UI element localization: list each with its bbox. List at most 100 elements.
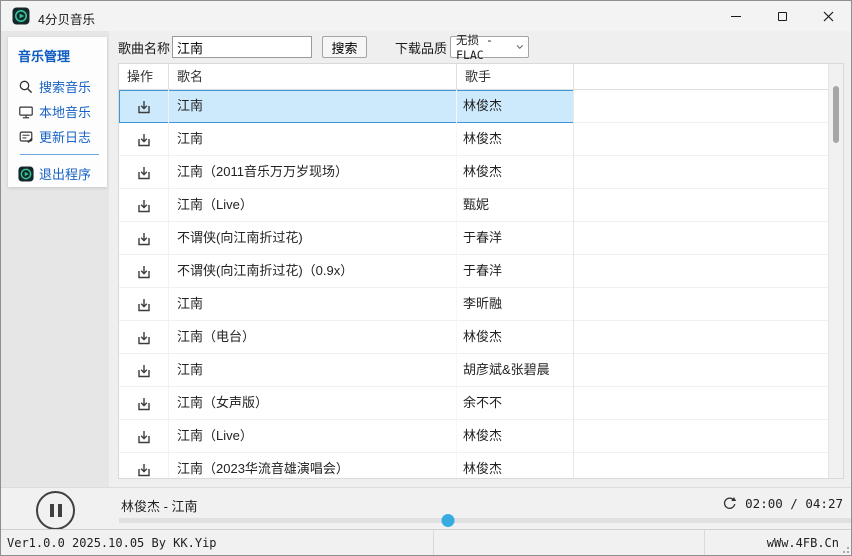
search-button[interactable]: 搜索: [322, 36, 367, 58]
song-name-cell: 江南: [169, 123, 457, 156]
row-filler: [574, 288, 828, 320]
column-header-song[interactable]: 歌名: [169, 64, 457, 89]
artist-cell: 余不不: [457, 387, 574, 420]
window-controls: [713, 1, 851, 31]
download-cell[interactable]: [119, 420, 169, 453]
table-row[interactable]: 江南（女声版） 余不不: [119, 387, 828, 420]
song-name-cell: 江南（2023华流音雄演唱会）: [169, 453, 457, 479]
download-cell[interactable]: [119, 222, 169, 255]
maximize-button[interactable]: [759, 1, 805, 31]
download-icon[interactable]: [135, 428, 153, 446]
download-cell[interactable]: [119, 453, 169, 479]
download-icon[interactable]: [135, 131, 153, 149]
sidebar-header: 音乐管理: [18, 46, 107, 65]
progress-slider[interactable]: [119, 518, 851, 523]
column-header-operation[interactable]: 操作: [119, 64, 169, 89]
table-row[interactable]: 江南（电台） 林俊杰: [119, 321, 828, 354]
download-icon[interactable]: [135, 263, 153, 281]
download-icon[interactable]: [135, 362, 153, 380]
download-cell[interactable]: [119, 288, 169, 321]
close-button[interactable]: [805, 1, 851, 31]
search-icon: [18, 79, 34, 95]
sidebar-item-local-music[interactable]: 本地音乐: [18, 99, 107, 124]
row-filler: [574, 453, 828, 479]
table-row[interactable]: 江南（Live） 林俊杰: [119, 420, 828, 453]
row-filler: [574, 189, 828, 221]
quality-select[interactable]: 无损 - FLAC: [450, 36, 529, 58]
results-table: 操作 歌名 歌手 江南 林俊杰: [118, 63, 844, 479]
artist-cell: 林俊杰: [457, 90, 574, 123]
song-name-cell: 不谓侠(向江南折过花): [169, 222, 457, 255]
artist-cell: 甄妮: [457, 189, 574, 222]
app-window: 4分贝音乐 音乐管理 搜索音乐: [0, 0, 852, 556]
table-row[interactable]: 江南 林俊杰: [119, 123, 828, 156]
sidebar-item-label: 退出程序: [39, 164, 91, 183]
resize-grip-icon[interactable]: [847, 551, 849, 553]
download-icon[interactable]: [135, 296, 153, 314]
artist-cell: 林俊杰: [457, 321, 574, 354]
search-toolbar: 歌曲名称 搜索 下载品质 无损 - FLAC: [118, 31, 851, 63]
download-icon[interactable]: [135, 395, 153, 413]
table-row[interactable]: 江南 李昕融: [119, 288, 828, 321]
progress-thumb[interactable]: [442, 514, 455, 527]
table-row[interactable]: 江南 林俊杰: [119, 90, 828, 123]
download-icon[interactable]: [135, 164, 153, 182]
minimize-icon: [731, 16, 741, 17]
song-name-cell: 江南: [169, 90, 457, 123]
download-cell[interactable]: [119, 255, 169, 288]
table-scrollbar[interactable]: [828, 64, 843, 478]
download-cell[interactable]: [119, 90, 169, 123]
download-cell[interactable]: [119, 123, 169, 156]
download-icon[interactable]: [135, 230, 153, 248]
table-header: 操作 歌名 歌手: [119, 64, 843, 90]
search-input[interactable]: [172, 36, 312, 58]
sidebar-item-search-music[interactable]: 搜索音乐: [18, 74, 107, 99]
table-row[interactable]: 不谓侠(向江南折过花)（0.9x） 于春洋: [119, 255, 828, 288]
table-row[interactable]: 江南 胡彦斌&张碧晨: [119, 354, 828, 387]
download-cell[interactable]: [119, 387, 169, 420]
download-cell[interactable]: [119, 354, 169, 387]
chevron-down-icon: [516, 44, 524, 50]
sidebar-item-changelog[interactable]: 更新日志: [18, 124, 107, 149]
statusbar: Ver1.0.0 2025.10.05 By KK.Yip wWw.4FB.Cn: [1, 529, 851, 555]
quality-selected-value: 无损 - FLAC: [456, 32, 516, 62]
quality-label: 下载品质: [395, 38, 447, 57]
song-name-cell: 江南（2011音乐万万岁现场）: [169, 156, 457, 189]
download-cell[interactable]: [119, 156, 169, 189]
row-filler: [574, 222, 828, 254]
song-name-cell: 江南（Live）: [169, 189, 457, 222]
scrollbar-thumb[interactable]: [833, 86, 839, 143]
artist-cell: 于春洋: [457, 222, 574, 255]
table-row[interactable]: 江南（2011音乐万万岁现场） 林俊杰: [119, 156, 828, 189]
download-icon[interactable]: [135, 197, 153, 215]
artist-cell: 林俊杰: [457, 156, 574, 189]
download-icon[interactable]: [135, 98, 153, 116]
table-body: 江南 林俊杰 江南 林俊杰: [119, 90, 828, 478]
repeat-button[interactable]: [721, 495, 739, 513]
artist-cell: 林俊杰: [457, 123, 574, 156]
now-playing-text: 林俊杰 - 江南: [121, 496, 198, 515]
table-row[interactable]: 江南（Live） 甄妮: [119, 189, 828, 222]
pause-button[interactable]: [36, 491, 75, 530]
row-filler: [574, 321, 828, 353]
song-name-cell: 江南（女声版）: [169, 387, 457, 420]
minimize-button[interactable]: [713, 1, 759, 31]
monitor-icon: [18, 104, 34, 120]
song-name-label: 歌曲名称: [118, 38, 170, 57]
table-row[interactable]: 不谓侠(向江南折过花) 于春洋: [119, 222, 828, 255]
download-icon[interactable]: [135, 461, 153, 479]
download-cell[interactable]: [119, 189, 169, 222]
download-cell[interactable]: [119, 321, 169, 354]
song-name-cell: 江南（电台）: [169, 321, 457, 354]
row-filler: [574, 123, 828, 155]
repeat-icon: [721, 495, 738, 512]
row-filler: [574, 420, 828, 452]
sidebar-item-exit[interactable]: 退出程序: [18, 161, 107, 186]
close-icon: [823, 11, 834, 22]
download-icon[interactable]: [135, 329, 153, 347]
titlebar[interactable]: 4分贝音乐: [1, 1, 851, 31]
column-header-artist[interactable]: 歌手: [457, 64, 574, 89]
table-row[interactable]: 江南（2023华流音雄演唱会） 林俊杰: [119, 453, 828, 479]
sidebar-divider: [20, 154, 99, 155]
sidebar: 音乐管理 搜索音乐 本地音乐 更新日志: [8, 37, 107, 187]
